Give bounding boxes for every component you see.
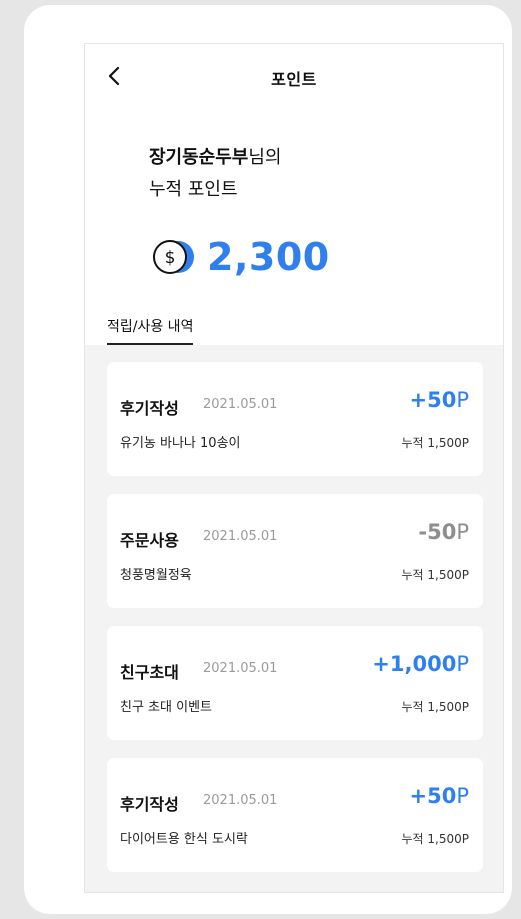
list-item[interactable]: 주문사용 2021.05.01 청풍명월정육 -50P 누적 1,500P <box>107 494 483 608</box>
item-total: 누적 1,500P <box>401 700 470 714</box>
item-type: 주문사용 <box>120 531 179 550</box>
page-title: 포인트 <box>271 70 317 89</box>
item-total: 누적 1,500P <box>401 568 470 582</box>
item-amount: -50P <box>418 520 469 544</box>
item-amount: +50P <box>410 784 470 808</box>
points-balance: $ 2,300 <box>149 232 330 282</box>
item-type: 후기작성 <box>120 795 179 814</box>
greeting-line: 장기동순두부님의 <box>149 142 281 174</box>
item-date: 2021.05.01 <box>203 661 278 676</box>
coin-icon: $ <box>149 237 201 277</box>
amount-unit: P <box>456 784 469 808</box>
item-date: 2021.05.01 <box>203 397 278 412</box>
item-type: 친구초대 <box>120 663 179 682</box>
list-item[interactable]: 후기작성 2021.05.01 다이어트용 한식 도시락 +50P 누적 1,5… <box>107 758 483 872</box>
item-total: 누적 1,500P <box>401 832 470 846</box>
amount-unit: P <box>456 388 469 412</box>
device-frame: 포인트 장기동순두부님의 누적 포인트 $ 2,300 적립/사용 내역 후기작… <box>24 5 512 914</box>
item-product: 다이어트용 한식 도시락 <box>120 832 248 847</box>
user-nickname: 장기동순두부 <box>149 147 249 168</box>
item-date: 2021.05.01 <box>203 793 278 808</box>
points-label: 누적 포인트 <box>149 179 238 200</box>
list-item[interactable]: 친구초대 2021.05.01 친구 초대 이벤트 +1,000P 누적 1,5… <box>107 626 483 740</box>
item-amount: +50P <box>410 388 470 412</box>
item-product: 유기농 바나나 10송이 <box>120 436 241 451</box>
nickname-suffix: 님의 <box>248 147 282 168</box>
item-type: 후기작성 <box>120 399 179 418</box>
item-product: 청풍명월정육 <box>120 568 192 583</box>
item-product: 친구 초대 이벤트 <box>120 700 212 715</box>
points-screen: 포인트 장기동순두부님의 누적 포인트 $ 2,300 적립/사용 내역 후기작… <box>84 43 504 893</box>
item-total: 누적 1,500P <box>401 436 470 450</box>
list-item[interactable]: 후기작성 2021.05.01 유기농 바나나 10송이 +50P 누적 1,5… <box>107 362 483 476</box>
amount-unit: P <box>456 520 469 544</box>
history-list: 후기작성 2021.05.01 유기농 바나나 10송이 +50P 누적 1,5… <box>85 345 503 892</box>
points-value: 2,300 <box>207 235 330 279</box>
amount-unit: P <box>456 652 469 676</box>
tab-history[interactable]: 적립/사용 내역 <box>107 316 194 346</box>
amount-value: +1,000 <box>372 652 457 676</box>
amount-value: +50 <box>409 388 457 412</box>
top-bar: 포인트 <box>85 44 503 112</box>
amount-value: +50 <box>409 784 457 808</box>
amount-value: -50 <box>418 520 457 544</box>
item-amount: +1,000P <box>372 652 469 676</box>
points-greeting: 장기동순두부님의 누적 포인트 <box>149 142 281 206</box>
svg-text:$: $ <box>165 248 176 268</box>
item-date: 2021.05.01 <box>203 529 278 544</box>
